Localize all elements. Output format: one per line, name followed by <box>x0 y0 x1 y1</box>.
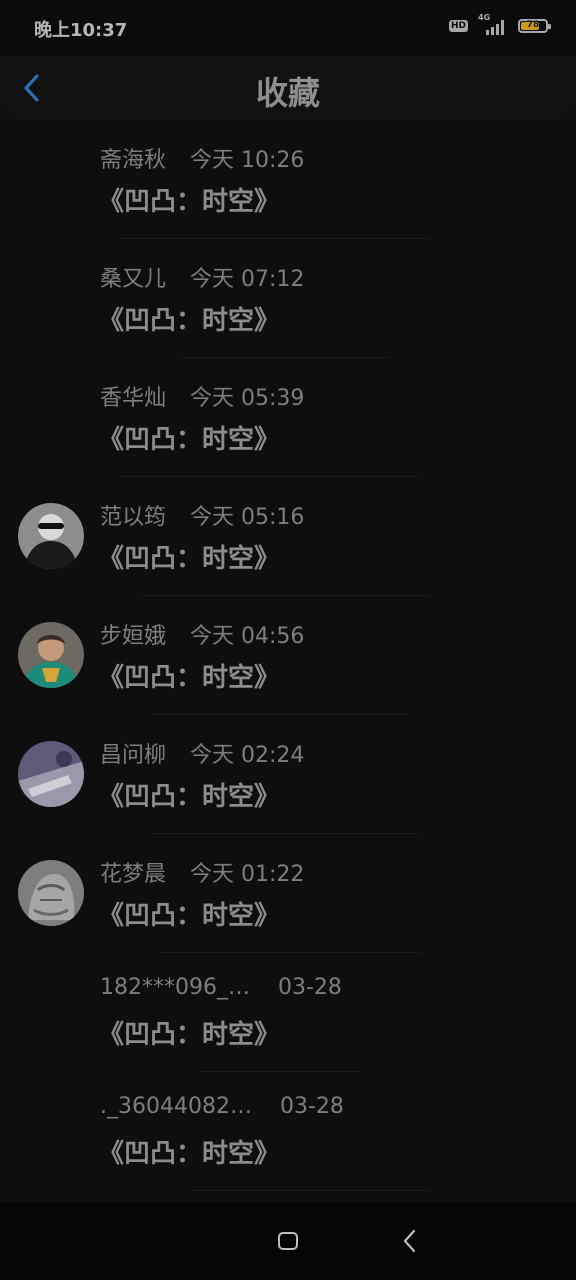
user-name: 花梦晨 <box>100 862 167 887</box>
item-title[interactable]: 《凹凸：时空》 <box>98 300 280 337</box>
list-item[interactable]: 范以筠 今天 05:16 《凹凸：时空》 <box>0 477 576 596</box>
avatar[interactable] <box>18 503 84 569</box>
user-name: 182***096_… <box>100 975 250 1000</box>
list-item[interactable]: 斋海秋 今天 10:26 《凹凸：时空》 <box>0 120 576 239</box>
user-name: 香华灿 <box>100 386 167 411</box>
divider <box>190 1190 430 1191</box>
item-time: 今天 02:24 <box>190 743 305 768</box>
item-title[interactable]: 《凹凸：时空》 <box>98 657 280 694</box>
status-icons: HD 4G 78 <box>448 13 551 36</box>
item-title[interactable]: 《凹凸：时空》 <box>98 895 280 932</box>
item-time: 今天 05:39 <box>190 386 305 411</box>
item-title[interactable]: 《凹凸：时空》 <box>98 419 280 456</box>
list-item[interactable]: 香华灿 今天 05:39 《凹凸：时空》 <box>0 358 576 477</box>
home-button[interactable] <box>278 1232 298 1250</box>
hd-icon: HD <box>448 20 468 32</box>
item-time: 今天 10:26 <box>190 148 305 173</box>
avatar[interactable] <box>18 860 84 926</box>
favorites-list: 斋海秋 今天 10:26 《凹凸：时空》 桑又儿 今天 07:12 《凹凸：时空》 香华灿今… <box>0 120 576 1191</box>
user-name: 斋海秋 <box>100 148 167 173</box>
item-meta: 昌问柳 今天 02:24 <box>100 737 304 769</box>
list-item[interactable]: 182***096_… 03-28 《凹凸：时空》 <box>0 953 576 1072</box>
page-title: 收藏 <box>255 74 320 112</box>
status-bar: 晚上10:37 HD 4G 78 <box>0 0 576 56</box>
item-time: 今天 04:56 <box>190 624 305 649</box>
nav-back-button[interactable] <box>398 1228 422 1254</box>
status-time: 晚上10:37 <box>34 20 128 41</box>
battery-level: 78 <box>526 20 540 30</box>
user-name: 步姮娥 <box>100 624 167 649</box>
item-title[interactable]: 《凹凸：时空》 <box>98 181 280 218</box>
avatar[interactable] <box>18 741 84 807</box>
item-meta: 斋海秋 今天 10:26 <box>100 142 304 174</box>
signal-icon: 4G <box>478 13 508 36</box>
item-time: 03-28 <box>277 975 342 1000</box>
item-meta: 步姮娥 今天 04:56 <box>100 618 304 650</box>
item-time: 03-28 <box>279 1094 344 1119</box>
user-name: 范以筠 <box>100 505 167 530</box>
user-name: ._36044082… <box>100 1094 252 1119</box>
item-meta: 182***096_… 03-28 <box>100 975 342 1000</box>
item-meta: 香华灿 今天 05:39 <box>100 380 304 412</box>
avatar[interactable] <box>18 622 84 688</box>
item-time: 今天 05:16 <box>190 505 305 530</box>
item-time: 今天 01:22 <box>190 862 305 887</box>
user-name: 桑又儿 <box>100 267 167 292</box>
header: 收藏 <box>0 56 576 120</box>
item-title[interactable]: 《凹凸：时空》 <box>98 1133 280 1170</box>
item-title[interactable]: 《凹凸：时空》 <box>98 776 280 813</box>
list-item[interactable]: 花梦晨 今天 01:22 《凹凸：时空》 <box>0 834 576 953</box>
list-item[interactable]: 步姮娥 今天 04:56 《凹凸：时空》 <box>0 596 576 715</box>
item-meta: ._36044082… 03-28 <box>100 1094 344 1119</box>
item-meta: 范以筠 今天 05:16 <box>100 499 304 531</box>
item-title[interactable]: 《凹凸：时空》 <box>98 538 280 575</box>
network-type: 4G <box>478 13 491 22</box>
list-item[interactable]: 桑又儿 今天 07:12 《凹凸：时空》 <box>0 239 576 358</box>
item-meta: 花梦晨 今天 01:22 <box>100 856 304 888</box>
list-item[interactable]: 昌问柳 今天 02:24 《凹凸：时空》 <box>0 715 576 834</box>
navigation-bar <box>0 1202 576 1280</box>
item-meta: 桑又儿 今天 07:12 <box>100 261 304 293</box>
user-name: 昌问柳 <box>100 743 167 768</box>
item-time: 今天 07:12 <box>190 267 305 292</box>
list-item[interactable]: ._36044082… 03-28 《凹凸：时空》 <box>0 1072 576 1191</box>
item-title[interactable]: 《凹凸：时空》 <box>98 1014 280 1051</box>
battery-icon: 78 <box>518 19 551 33</box>
